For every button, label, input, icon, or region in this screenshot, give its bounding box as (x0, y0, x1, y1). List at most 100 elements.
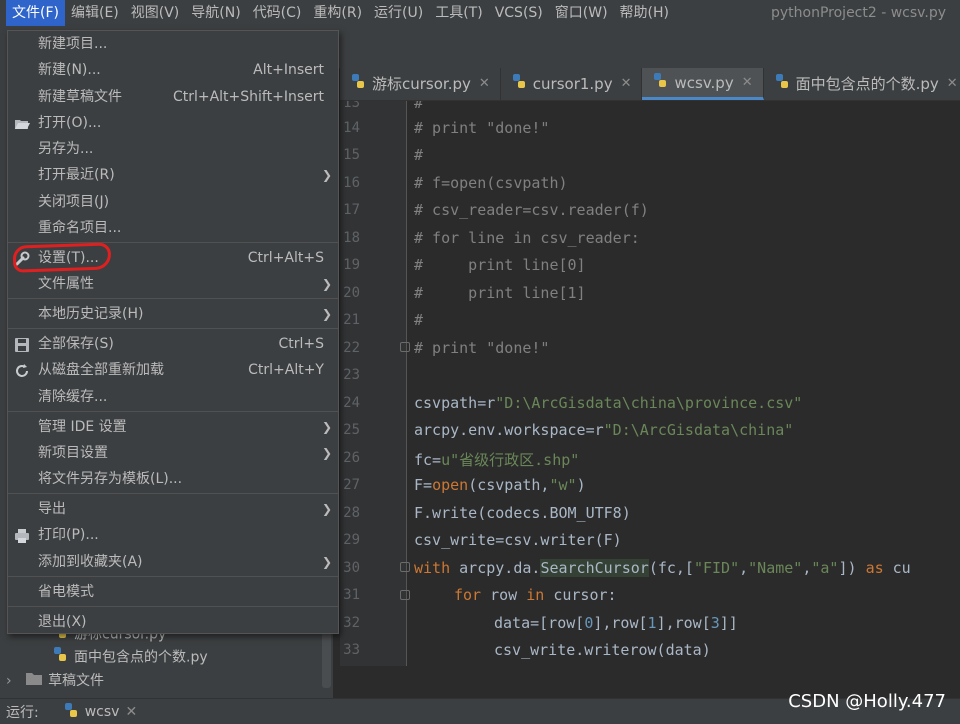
line-number: 24 (343, 395, 360, 411)
chevron-right-icon: ❯ (321, 502, 332, 516)
menu-run[interactable]: 运行(U) (368, 0, 429, 26)
python-file-icon (774, 68, 790, 100)
tree-file-label: 面中包含点的个数.py (74, 649, 208, 666)
code-line: F.write(codecs.BOM_UTF8) (414, 504, 631, 522)
menu-item-new-scratch[interactable]: 新建草稿文件 Ctrl+Alt+Shift+Insert (8, 84, 338, 110)
menu-item-invalidate-caches[interactable]: 清除缓存... (8, 384, 338, 410)
menu-separator (8, 298, 338, 299)
python-file-icon (350, 68, 366, 100)
menu-item-rename-project[interactable]: 重命名项目... (8, 215, 338, 241)
save-icon (14, 336, 30, 352)
menu-item-save-all[interactable]: 全部保存(S) Ctrl+S (8, 331, 338, 357)
close-icon[interactable]: ✕ (125, 704, 137, 720)
tree-file-count[interactable]: 面中包含点的个数.py (52, 646, 208, 668)
close-icon[interactable]: ✕ (742, 67, 753, 99)
menu-help[interactable]: 帮助(H) (614, 0, 675, 26)
menu-vcs[interactable]: VCS(S) (489, 0, 549, 26)
menu-separator (8, 242, 338, 243)
code-line: # (414, 311, 424, 329)
line-number: 28 (343, 505, 360, 521)
menu-item-save-as[interactable]: 另存为... (8, 136, 338, 162)
close-icon[interactable]: ✕ (621, 68, 632, 100)
menu-item-new-project[interactable]: 新建项目... (8, 31, 338, 57)
menu-item-exit[interactable]: 退出(X) (8, 609, 338, 635)
code-line: for row in cursor: (454, 586, 617, 604)
line-gutter: 13 14 15 16 17 18 19 20 21 22 23 24 25 2… (340, 101, 406, 666)
menu-item-add-to-favorites[interactable]: 添加到收藏夹(A) ❯ (8, 549, 338, 575)
code-line: csvpath=r"D:\ArcGisdata\china\province.c… (414, 394, 803, 412)
menu-item-open-recent[interactable]: 打开最近(R) ❯ (8, 162, 338, 188)
close-icon[interactable]: ✕ (947, 68, 958, 100)
chevron-right-icon: ❯ (321, 420, 332, 434)
fold-marker-icon[interactable] (400, 562, 410, 572)
menu-file[interactable]: 文件(F) (6, 0, 65, 26)
chevron-right-icon: ❯ (321, 277, 332, 291)
code-line: F=open(csvpath,"w") (414, 476, 586, 494)
line-number: 30 (343, 560, 360, 576)
code-line: # for line in csv_reader: (414, 229, 640, 247)
python-file-icon (511, 68, 527, 100)
tab-count-points[interactable]: 面中包含点的个数.py ✕ (764, 68, 960, 100)
fold-marker-icon[interactable] (400, 590, 410, 600)
code-line: # (414, 101, 424, 112)
menu-item-open[interactable]: 打开(O)... (8, 110, 338, 136)
menu-item-close-project[interactable]: 关闭项目(J) (8, 189, 338, 215)
line-number: 14 (343, 120, 360, 136)
line-number: 18 (343, 230, 360, 246)
chevron-right-icon: ❯ (321, 555, 332, 569)
menu-separator (8, 411, 338, 412)
menu-window[interactable]: 窗口(W) (549, 0, 614, 26)
menu-navigate[interactable]: 导航(N) (185, 0, 246, 26)
menu-item-save-as-template[interactable]: 将文件另存为模板(L)... (8, 466, 338, 492)
menu-item-reload-all[interactable]: 从磁盘全部重新加载 Ctrl+Alt+Y (8, 357, 338, 383)
menu-tools[interactable]: 工具(T) (429, 0, 488, 26)
code-line: # print "done!" (414, 339, 550, 357)
run-tab-wcsv[interactable]: wcsv ✕ (63, 702, 137, 722)
tab-label: 面中包含点的个数.py (795, 75, 939, 93)
code-editor[interactable]: 13 14 15 16 17 18 19 20 21 22 23 24 25 2… (340, 101, 960, 666)
menu-refactor[interactable]: 重构(R) (307, 0, 368, 26)
line-number: 31 (343, 587, 360, 603)
menu-item-new-project-settings[interactable]: 新项目设置 ❯ (8, 440, 338, 466)
menu-item-local-history[interactable]: 本地历史记录(H) ❯ (8, 301, 338, 327)
line-number: 19 (343, 257, 360, 273)
menu-code[interactable]: 代码(C) (247, 0, 308, 26)
chevron-right-icon: ❯ (321, 307, 332, 321)
red-highlight-annotation (12, 242, 112, 273)
line-number: 25 (343, 422, 360, 438)
python-file-icon (52, 646, 68, 669)
tab-cursor1[interactable]: cursor1.py ✕ (501, 68, 643, 100)
menu-edit[interactable]: 编辑(E) (65, 0, 125, 26)
code-line: with arcpy.da.SearchCursor(fc,["FID","Na… (414, 559, 911, 577)
code-line: fc=u"省级行政区.shp" (414, 451, 580, 469)
menu-separator (8, 606, 338, 607)
menu-item-file-properties[interactable]: 文件属性 ❯ (8, 271, 338, 297)
menu-view[interactable]: 视图(V) (125, 0, 186, 26)
code-line: data=[row[0],row[1],row[3]] (494, 614, 738, 632)
line-number: 16 (343, 175, 360, 191)
fold-marker-icon[interactable] (400, 342, 410, 352)
tab-cursor-cn[interactable]: 游标cursor.py ✕ (340, 68, 501, 100)
chevron-right-icon: ❯ (321, 168, 332, 182)
chevron-right-icon[interactable]: › (6, 670, 12, 692)
line-number: 29 (343, 532, 360, 548)
line-number: 32 (343, 615, 360, 631)
tab-label: 游标cursor.py (372, 75, 471, 93)
menu-item-manage-ide-settings[interactable]: 管理 IDE 设置 ❯ (8, 414, 338, 440)
menu-item-export[interactable]: 导出 ❯ (8, 496, 338, 522)
line-number: 15 (343, 147, 360, 163)
code-line: arcpy.env.workspace=r"D:\ArcGisdata\chin… (414, 421, 794, 439)
menu-item-print[interactable]: 打印(P)... (8, 522, 338, 548)
menu-item-new[interactable]: 新建(N)... Alt+Insert (8, 57, 338, 83)
folder-icon (26, 670, 43, 692)
editor-tabs: 游标cursor.py ✕ cursor1.py ✕ wcsv.py ✕ 面中包… (340, 68, 960, 101)
line-number: 27 (343, 477, 360, 493)
tree-scratches[interactable]: › 草稿文件 (6, 670, 104, 692)
code-line: csv_write.writerow(data) (494, 641, 711, 659)
code-line: # print "done!" (414, 119, 550, 137)
line-number: 17 (343, 202, 360, 218)
close-icon[interactable]: ✕ (479, 68, 490, 100)
menu-item-power-save[interactable]: 省电模式 (8, 579, 338, 605)
tab-wcsv[interactable]: wcsv.py ✕ (642, 67, 764, 100)
code-line: # (414, 146, 424, 164)
